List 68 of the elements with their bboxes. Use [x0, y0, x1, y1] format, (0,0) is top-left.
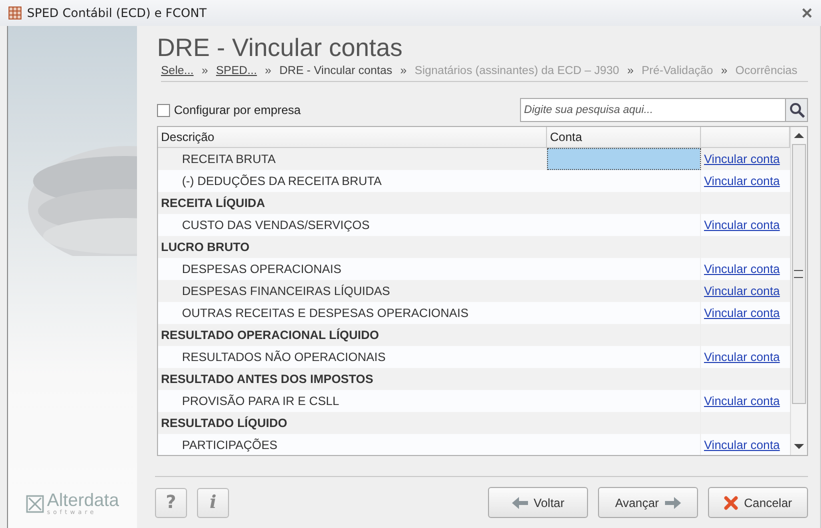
breadcrumb-separator: »: [264, 65, 272, 77]
description-cell-text: RESULTADOS NÃO OPERACIONAIS: [181, 349, 387, 366]
description-cell-text: RECEITA BRUTA: [181, 151, 277, 168]
link-account-link[interactable]: Vincular conta: [704, 152, 780, 166]
selected-account-cell[interactable]: [547, 148, 701, 170]
table-row[interactable]: PARTICIPAÇÕES Vincular conta: [158, 434, 790, 455]
description-cell-text: OUTRAS RECEITAS E DESPESAS OPERACIONAIS: [181, 305, 470, 322]
column-header[interactable]: Descrição: [158, 127, 547, 147]
search-field[interactable]: Digite sua pesquisa aqui...: [520, 98, 785, 122]
search-button[interactable]: [785, 98, 808, 122]
description-cell-text: DESPESAS FINANCEIRAS LÍQUIDAS: [181, 283, 392, 300]
table-row[interactable]: CUSTO DAS VENDAS/SERVIÇOS Vincular conta: [158, 214, 790, 236]
breadcrumb-item: Ocorrências: [735, 65, 798, 77]
breadcrumb-link[interactable]: SPED...: [216, 65, 257, 77]
link-account-link[interactable]: Vincular conta: [704, 174, 780, 188]
description-cell-text: PROVISÃO PARA IR E CSLL: [181, 393, 340, 410]
description-cell-text: (-) DEDUÇÕES DA RECEITA BRUTA: [181, 173, 383, 190]
breadcrumb-link[interactable]: Sele...: [161, 65, 194, 77]
description-cell-text: CUSTO DAS VENDAS/SERVIÇOS: [181, 217, 371, 234]
description-cell-text: LUCRO BRUTO: [160, 239, 250, 256]
logo-icon: [26, 494, 44, 512]
table-row[interactable]: DESPESAS FINANCEIRAS LÍQUIDAS Vincular conta: [158, 280, 790, 302]
logo-name: Alterdata: [46, 491, 120, 509]
scrollbar[interactable]: [790, 127, 807, 455]
table-row[interactable]: (-) DEDUÇÕES DA RECEITA BRUTA Vincular conta: [158, 170, 790, 192]
link-account-link[interactable]: Vincular conta: [704, 284, 780, 298]
description-cell-text: RESULTADO OPERACIONAL LÍQUIDO: [160, 327, 380, 344]
close-icon[interactable]: [801, 7, 813, 19]
link-account-link[interactable]: Vincular conta: [704, 262, 780, 276]
left-arrow-icon: [512, 496, 528, 508]
link-account-link[interactable]: Vincular conta: [704, 438, 780, 452]
breadcrumb-separator: »: [627, 65, 634, 77]
window-title: SPED Contábil (ECD) e FCONT: [27, 6, 208, 20]
breadcrumb-separator: »: [400, 65, 407, 77]
close-icon: [724, 496, 738, 510]
link-account-link[interactable]: Vincular conta: [704, 218, 780, 232]
link-account-link[interactable]: Vincular conta: [704, 394, 780, 408]
description-cell-text: RESULTADO ANTES DOS IMPOSTOS: [160, 371, 374, 388]
breadcrumb-item: DRE - Vincular contas: [279, 65, 392, 77]
table-row[interactable]: RESULTADO LÍQUIDO: [158, 412, 790, 434]
description-cell-text: PARTICIPAÇÕES: [181, 437, 278, 454]
breadcrumb-separator: »: [721, 65, 728, 77]
breadcrumb-item: Signatários (assinantes) da ECD – J930: [414, 65, 620, 77]
table-row[interactable]: LUCRO BRUTO: [158, 236, 790, 258]
breadcrumb-item: Pré-Validação: [642, 65, 714, 77]
breadcrumb-separator: »: [202, 65, 208, 77]
description-cell-text: RECEITA LÍQUIDA: [160, 195, 266, 212]
table-row[interactable]: RESULTADOS NÃO OPERACIONAIS Vincular conta: [158, 346, 790, 368]
description-cell-text: DESPESAS OPERACIONAIS: [181, 261, 342, 278]
back-button[interactable]: Voltar: [488, 487, 588, 518]
right-arrow-icon: [664, 496, 681, 508]
link-account-link[interactable]: Vincular conta: [704, 306, 780, 320]
table-row[interactable]: OUTRAS RECEITAS E DESPESAS OPERACIONAIS Vincular conta: [158, 302, 790, 324]
table-row[interactable]: RESULTADO OPERACIONAL LÍQUIDO: [158, 324, 790, 346]
cancel-button[interactable]: Cancelar: [708, 487, 808, 518]
checkbox[interactable]: [157, 104, 170, 116]
table-row[interactable]: RECEITA LÍQUIDA: [158, 192, 790, 214]
description-cell-text: RESULTADO LÍQUIDO: [160, 415, 288, 432]
table-row[interactable]: DESPESAS OPERACIONAIS Vincular conta: [158, 258, 790, 280]
column-header[interactable]: Conta: [547, 127, 701, 147]
link-account-link[interactable]: Vincular conta: [704, 350, 780, 364]
search-icon: [788, 102, 804, 118]
page-title: DRE - Vincular contas: [157, 34, 404, 63]
table-row[interactable]: RECEITA BRUTA Vincular conta: [158, 148, 790, 170]
calculator-icon: [8, 6, 22, 20]
table-row[interactable]: PROVISÃO PARA IR E CSLL Vincular conta: [158, 390, 790, 412]
table-row[interactable]: RESULTADO ANTES DOS IMPOSTOS: [158, 368, 790, 390]
next-button[interactable]: Avançar: [598, 487, 698, 518]
